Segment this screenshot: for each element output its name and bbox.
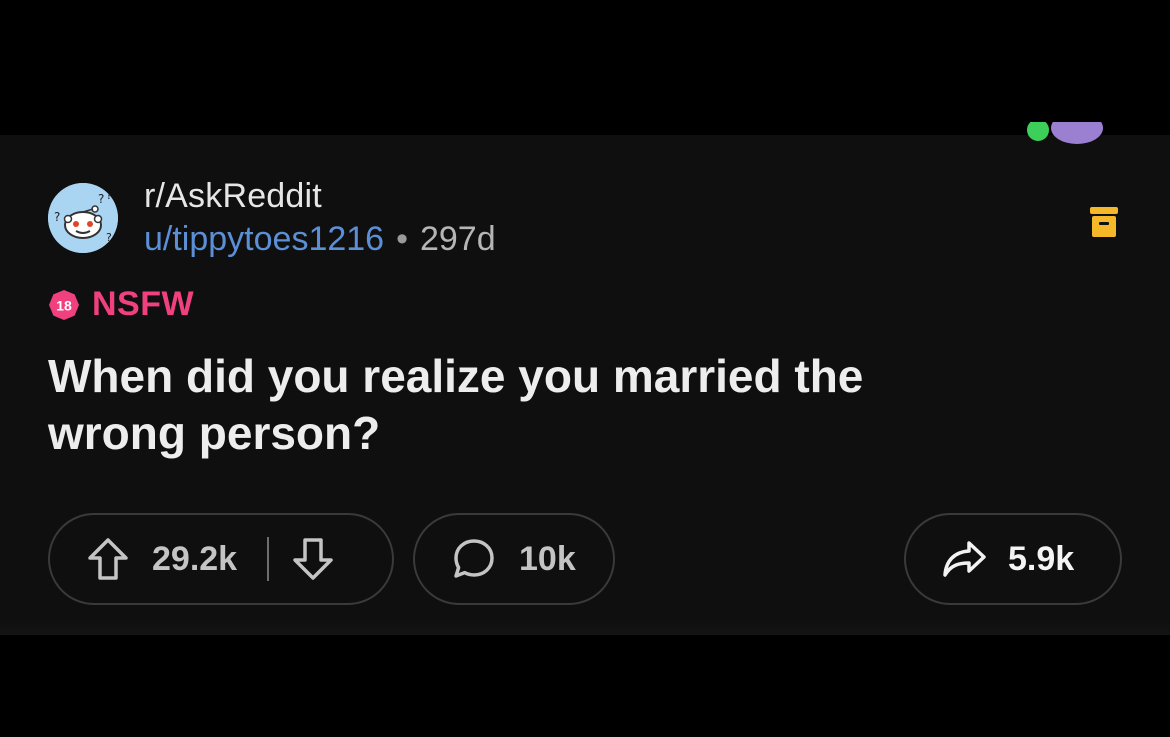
post-meta: r/AskReddit u/tippytoes1216 • 297d xyxy=(144,175,496,261)
askreddit-snoo-icon[interactable]: ? ? ? ? xyxy=(48,183,118,253)
svg-text:?: ? xyxy=(98,192,104,206)
nsfw-badge-number: 18 xyxy=(56,297,72,313)
svg-text:?: ? xyxy=(106,188,112,202)
svg-text:?: ? xyxy=(54,210,60,224)
arrow-down-icon[interactable] xyxy=(291,536,335,582)
author-username[interactable]: u/tippytoes1216 xyxy=(144,217,384,261)
subreddit-name[interactable]: r/AskReddit xyxy=(144,175,496,217)
nsfw-18-icon: 18 xyxy=(49,289,79,320)
byline-separator: • xyxy=(396,220,408,258)
share-button[interactable]: 5.9k xyxy=(904,513,1122,605)
comments-button[interactable]: 10k xyxy=(413,513,615,605)
comment-count: 10k xyxy=(519,539,576,578)
vote-bar: 29.2k xyxy=(48,513,394,605)
post-age: 297d xyxy=(419,220,496,258)
user-avatar-peek xyxy=(1025,122,1115,146)
vote-separator xyxy=(267,537,270,581)
card-divider xyxy=(0,620,1170,635)
speech-bubble-icon xyxy=(454,539,494,578)
post-byline: u/tippytoes1216 • 297d xyxy=(144,217,496,261)
upvote-count: 29.2k xyxy=(152,539,238,578)
post-title[interactable]: When did you realize you married the wro… xyxy=(48,348,1008,462)
nsfw-tag: 18 NSFW xyxy=(48,285,194,324)
share-arrow-icon xyxy=(943,541,986,577)
arrow-up-icon[interactable] xyxy=(86,536,130,582)
svg-text:?: ? xyxy=(106,231,112,244)
share-count: 5.9k xyxy=(1008,539,1075,578)
nsfw-label: NSFW xyxy=(92,285,195,323)
save-archive-icon[interactable] xyxy=(1089,205,1119,239)
post-header: ? ? ? ? r/AskReddit u/tippytoes1216 • 29… xyxy=(48,175,496,261)
